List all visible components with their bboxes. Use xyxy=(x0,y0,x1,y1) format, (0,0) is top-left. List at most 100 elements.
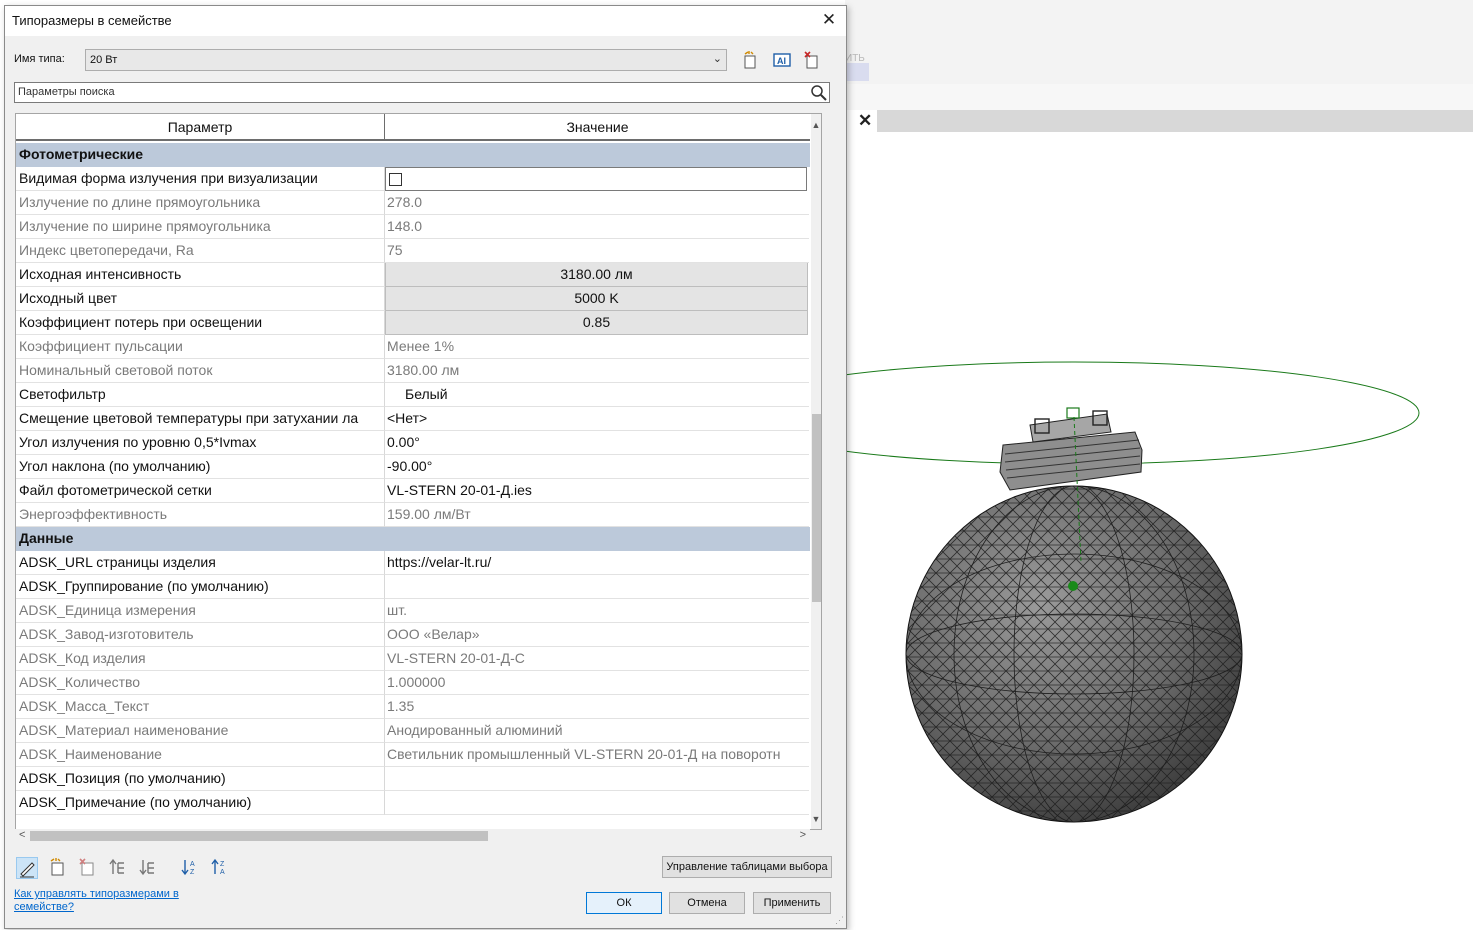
parameter-value[interactable]: Белый xyxy=(385,383,809,407)
parameter-value[interactable]: VL-STERN 20-01-Д.ies xyxy=(385,479,809,503)
rename-type-icon[interactable]: AI xyxy=(773,51,791,69)
column-header-value[interactable]: Значение xyxy=(385,114,810,139)
parameter-row: Излучение по длине прямоугольника 278.0 xyxy=(16,191,810,215)
parameter-name: Излучение по длине прямоугольника xyxy=(16,191,385,215)
parameter-name: ADSK_Группирование (по умолчанию) xyxy=(16,575,385,599)
luminaire-body xyxy=(999,407,1143,491)
parameter-row: Светофильтр Белый xyxy=(16,383,810,407)
vertical-scrollbar[interactable]: ▲ ▼ xyxy=(811,114,821,829)
grid-rows: Фотометрические Видимая форма излучения п… xyxy=(16,143,810,815)
parameter-row: Исходный цвет 5000 K xyxy=(16,287,810,311)
parameter-value: VL-STERN 20-01-Д-С xyxy=(385,647,809,671)
parameter-value: 278.0 xyxy=(385,191,809,215)
parameter-row: ADSK_Код изделия VL-STERN 20-01-Д-С xyxy=(16,647,810,671)
new-type-icon[interactable] xyxy=(741,51,759,69)
parameter-row: Энергоэффективность 159.00 лм/Вт xyxy=(16,503,810,527)
parameter-name: ADSK_Единица измерения xyxy=(16,599,385,623)
vertical-scroll-thumb[interactable] xyxy=(812,414,821,602)
scroll-down-icon[interactable]: ▼ xyxy=(811,814,821,824)
parameter-value: шт. xyxy=(385,599,809,623)
scroll-right-icon[interactable]: > xyxy=(800,829,806,841)
ok-button[interactable]: ОК xyxy=(586,892,662,914)
resize-grip-icon[interactable]: ⋰ xyxy=(835,915,844,926)
group-header-label: Данные xyxy=(19,530,74,546)
parameter-name: Угол излучения по уровню 0,5*Ivmax xyxy=(16,431,385,455)
parameter-checkbox[interactable] xyxy=(389,173,402,186)
parameter-row: Исходная интенсивность 3180.00 лм xyxy=(16,263,810,287)
parameter-name: Коэффициент потерь при освещении xyxy=(16,311,385,335)
help-link[interactable]: Как управлять типоразмерами в семействе? xyxy=(14,888,204,914)
parameter-value[interactable] xyxy=(385,791,809,815)
group-header-label: Фотометрические xyxy=(19,146,144,162)
parameter-value[interactable]: -90.00° xyxy=(385,455,809,479)
parameter-row: ADSK_Количество 1.000000 xyxy=(16,671,810,695)
parameters-grid: Параметр Значение Фотометрические Видимая… xyxy=(15,113,822,830)
parameter-value[interactable]: 0.00° xyxy=(385,431,809,455)
chevron-down-icon[interactable]: ⌄ xyxy=(713,52,722,65)
parameter-value: ООО «Велар» xyxy=(385,623,809,647)
parameter-row: ADSK_Группирование (по умолчанию) xyxy=(16,575,810,599)
background-ribbon-button[interactable] xyxy=(845,63,869,81)
sort-descending-icon[interactable]: Z A xyxy=(210,857,230,877)
parameter-name: ADSK_Наименование xyxy=(16,743,385,767)
parameter-value[interactable] xyxy=(385,167,807,191)
column-header-parameter[interactable]: Параметр xyxy=(16,114,385,139)
edit-parameter-icon[interactable] xyxy=(16,857,38,879)
move-up-icon[interactable] xyxy=(108,857,128,877)
luminaire-model-view xyxy=(845,361,1420,823)
view-tab[interactable]: ✕ xyxy=(845,110,877,132)
scroll-left-icon[interactable]: < xyxy=(19,829,25,841)
parameter-name: Исходная интенсивность xyxy=(16,263,385,287)
view-tab-bar: ✕ xyxy=(845,110,1473,132)
delete-parameter-icon[interactable] xyxy=(77,857,97,877)
parameter-row: Смещение цветовой температуры при затуха… xyxy=(16,407,810,431)
parameter-value[interactable]: 5000 K xyxy=(385,287,808,311)
parameter-name: Смещение цветовой температуры при затуха… xyxy=(16,407,385,431)
scroll-up-icon[interactable]: ▲ xyxy=(811,120,821,130)
parameter-name: Исходный цвет xyxy=(16,287,385,311)
parameter-value[interactable]: 0.85 xyxy=(385,311,808,335)
delete-type-icon[interactable] xyxy=(803,51,821,69)
group-header-row[interactable]: Фотометрические xyxy=(16,143,810,167)
horizontal-scrollbar[interactable]: < > xyxy=(15,829,810,843)
close-button[interactable]: ✕ xyxy=(818,9,840,31)
parameter-search-field[interactable]: Параметры поиска xyxy=(14,82,830,103)
parameter-name: Номинальный световой поток xyxy=(16,359,385,383)
parameter-value[interactable] xyxy=(385,575,809,599)
parameter-row: ADSK_Материал наименование Анодированный … xyxy=(16,719,810,743)
search-icon[interactable] xyxy=(810,84,827,101)
parameter-name: ADSK_Код изделия xyxy=(16,647,385,671)
3d-viewport[interactable] xyxy=(845,132,1473,930)
new-parameter-icon[interactable] xyxy=(47,857,67,877)
parameter-row: ADSK_Завод-изготовитель ООО «Велар» xyxy=(16,623,810,647)
cancel-button[interactable]: Отмена xyxy=(669,892,745,914)
color-swatch[interactable] xyxy=(387,387,403,403)
parameter-value: Светильник промышленный VL-STERN 20-01-Д… xyxy=(385,743,809,767)
parameter-value[interactable] xyxy=(385,767,809,791)
move-down-icon[interactable] xyxy=(138,857,158,877)
parameter-row: ADSK_Примечание (по умолчанию) xyxy=(16,791,810,815)
parameter-row: ADSK_Единица измерения шт. xyxy=(16,599,810,623)
background-ribbon: ИТЬ xyxy=(845,0,1473,85)
view-tab-close-icon[interactable]: ✕ xyxy=(858,111,872,131)
parameter-name: ADSK_Завод-изготовитель xyxy=(16,623,385,647)
parameter-row: Коэффициент пульсации Менее 1% xyxy=(16,335,810,359)
sort-ascending-icon[interactable]: A Z xyxy=(180,857,200,877)
search-placeholder: Параметры поиска xyxy=(18,86,115,98)
svg-text:A: A xyxy=(190,861,195,868)
group-header-row[interactable]: Данные xyxy=(16,527,810,551)
type-name-select[interactable]: 20 Вт ⌄ xyxy=(85,49,727,71)
svg-text:Z: Z xyxy=(220,861,225,868)
horizontal-scroll-thumb[interactable] xyxy=(30,831,488,841)
type-name-value: 20 Вт xyxy=(90,54,118,66)
family-types-dialog: Типоразмеры в семействе ✕ Имя типа: 20 В… xyxy=(4,5,847,929)
parameter-value: 75 xyxy=(385,239,809,263)
apply-button[interactable]: Применить xyxy=(753,892,831,914)
parameter-value[interactable]: https://velar-lt.ru/ xyxy=(385,551,809,575)
parameter-value[interactable]: <Нет> xyxy=(385,407,809,431)
parameter-row: Номинальный световой поток 3180.00 лм xyxy=(16,359,810,383)
manage-lookup-tables-button[interactable]: Управление таблицами выбора xyxy=(662,856,832,878)
parameter-name: ADSK_Масса_Текст xyxy=(16,695,385,719)
parameter-value[interactable]: 3180.00 лм xyxy=(385,263,808,287)
parameter-value: Менее 1% xyxy=(385,335,809,359)
